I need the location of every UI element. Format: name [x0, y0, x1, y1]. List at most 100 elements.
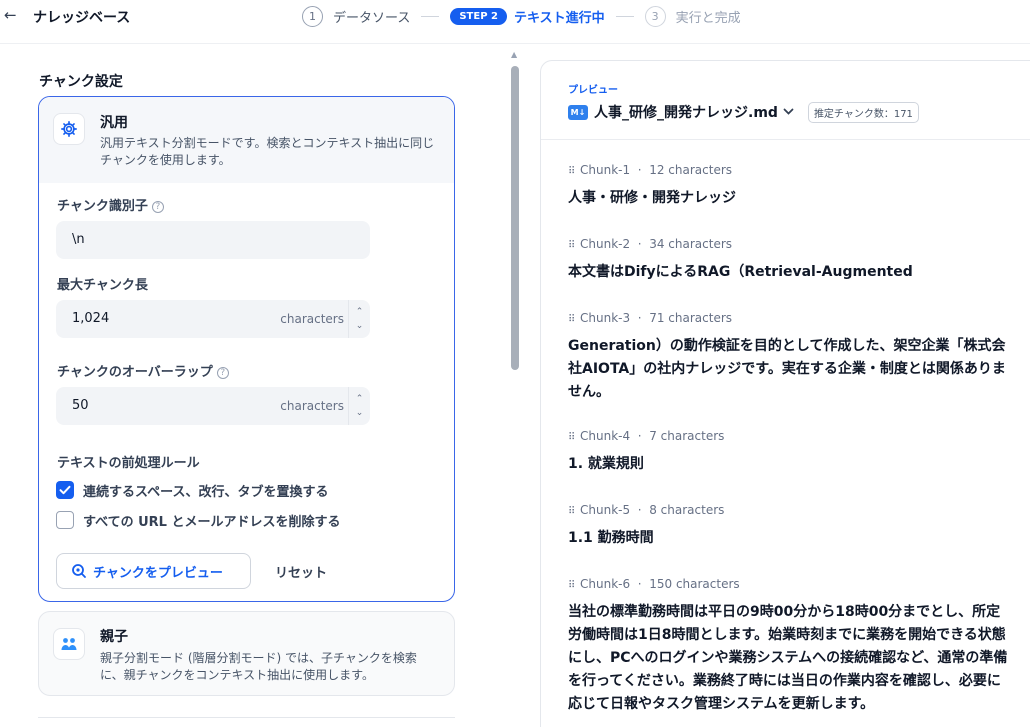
stepper-down-icon[interactable]: ⌄ [349, 319, 370, 333]
max-length-unit: characters [280, 312, 344, 326]
chunk-estimate-badge: 推定チャンク数：171 [807, 101, 919, 123]
rule2-checkbox[interactable] [56, 511, 74, 529]
chunk-header: ⠿ Chunk-4 · 7 characters [568, 427, 1013, 445]
chunk-count: 71 characters [649, 311, 733, 325]
chunk-item: ⠿ Chunk-5 · 8 characters 1.1 勤務時間 [568, 501, 1013, 550]
chunk-count: 150 characters [649, 577, 740, 591]
chunk-id: Chunk-4 [580, 429, 631, 443]
overlap-input[interactable]: 50 characters ⌃ ⌄ [56, 387, 370, 425]
step-3-label: 実行と完成 [675, 10, 741, 26]
preview-chunk-label: チャンクをプレビュー [93, 565, 223, 581]
step-1-label: データソース [333, 10, 411, 26]
chevron-down-icon[interactable] [783, 108, 794, 116]
overlap-label: チャンクのオーバーラップ? [57, 361, 229, 380]
stepper-down-icon[interactable]: ⌄ [349, 406, 370, 420]
step-3-number: 3 [644, 5, 666, 27]
chunk-header: ⠿ Chunk-3 · 71 characters [568, 309, 1013, 327]
rules-title: テキストの前処理ルール [57, 456, 200, 471]
step-indicator: 1 データソース STEP 2 テキスト進行中 3 実行と完成 [302, 5, 741, 27]
chunk-sep: · [637, 429, 642, 443]
parent-child-desc: 親子分割モード (階層分割モード) では、子チャンクを検索に、親チャンクをコンテ… [100, 651, 417, 682]
step-1-number: 1 [302, 5, 323, 27]
chunk-id: Chunk-2 [580, 237, 631, 251]
file-selector[interactable]: M↓ 人事_研修_開発ナレッジ.md 推定チャンク数：171 [568, 101, 919, 123]
max-length-input[interactable]: 1,024 characters ⌃ ⌄ [56, 300, 370, 338]
parent-child-mode-card[interactable]: 親子 親子分割モード (階層分割モード) では、子チャンクを検索に、親チャンクを… [38, 611, 455, 696]
general-mode-card[interactable]: 汎用 汎用テキスト分割モードです。検索とコンテキスト抽出に同じチャンクを使用しま… [38, 96, 455, 602]
top-header: ← ナレッジベース 1 データソース STEP 2 テキスト進行中 3 実行と完… [0, 0, 1030, 44]
chunk-sep: · [637, 503, 642, 517]
chunk-settings-panel: チャンク設定 汎用 汎用テキスト分割モードです。検索とコンテキスト抽出に同じチャ… [0, 45, 500, 727]
chunk-sep: · [637, 237, 642, 251]
chunk-id: Chunk-1 [580, 163, 631, 177]
reset-button[interactable]: リセット [275, 562, 327, 581]
stepper-up-icon[interactable]: ⌃ [349, 392, 370, 406]
chunk-header: ⠿ Chunk-2 · 34 characters [568, 235, 1013, 253]
file-name: 人事_研修_開発ナレッジ.md [594, 105, 778, 121]
chunk-text: 人事・研修・開発ナレッジ [568, 190, 736, 206]
step-divider [421, 15, 440, 17]
section-divider [38, 717, 455, 718]
general-mode-name: 汎用 [100, 115, 128, 131]
overlap-stepper[interactable]: ⌃ ⌄ [348, 387, 370, 425]
rule1-checkbox[interactable] [56, 481, 74, 499]
chunk-count: 7 characters [649, 429, 725, 443]
overlap-unit: characters [280, 399, 344, 413]
separator-value: \n [72, 232, 85, 247]
rule2-label[interactable]: すべての URL とメールアドレスを削除する [83, 511, 340, 530]
section-title: チャンク設定 [39, 74, 123, 90]
grid-icon: ⠿ [568, 314, 575, 325]
chunk-sep: · [637, 577, 642, 591]
scroll-up-arrow-icon[interactable]: ▲ [511, 50, 517, 59]
chunk-count: 8 characters [649, 503, 725, 517]
chunk-header: ⠿ Chunk-5 · 8 characters [568, 501, 1013, 519]
search-icon [72, 564, 86, 578]
help-icon[interactable]: ? [216, 367, 229, 379]
preview-label: プレビュー [568, 85, 618, 96]
grid-icon: ⠿ [568, 240, 575, 251]
markdown-file-icon: M↓ [568, 104, 588, 120]
max-length-stepper[interactable]: ⌃ ⌄ [348, 300, 370, 338]
rule1-label[interactable]: 連続するスペース、改行、タブを置換する [83, 481, 328, 500]
chunk-text: 1. 就業規則 [568, 456, 644, 472]
people-icon [53, 628, 85, 660]
grid-icon: ⠿ [568, 580, 575, 591]
grid-icon: ⠿ [568, 166, 575, 177]
general-mode-header[interactable]: 汎用 汎用テキスト分割モードです。検索とコンテキスト抽出に同じチャンクを使用しま… [39, 97, 454, 183]
preview-chunk-button[interactable]: チャンクをプレビュー [56, 553, 251, 589]
knowledge-base-title[interactable]: ナレッジベース [33, 7, 130, 27]
preview-panel: プレビュー M↓ 人事_研修_開発ナレッジ.md 推定チャンク数：171 ⠿ Ch… [540, 60, 1030, 727]
step-2-label: テキスト進行中 [513, 10, 605, 26]
preview-divider [541, 139, 1030, 140]
back-arrow-icon[interactable]: ← [4, 6, 17, 24]
chunk-id: Chunk-6 [580, 577, 631, 591]
gear-icon [53, 113, 85, 145]
separator-label: チャンク識別子? [57, 195, 164, 214]
overlap-label-text: チャンクのオーバーラップ [57, 365, 213, 380]
chunk-count: 34 characters [649, 237, 733, 251]
chunk-header: ⠿ Chunk-1 · 12 characters [568, 161, 1013, 179]
chunk-text: 1.1 勤務時間 [568, 530, 654, 546]
help-icon[interactable]: ? [151, 201, 164, 213]
chunk-count: 12 characters [649, 163, 733, 177]
separator-label-text: チャンク識別子 [57, 199, 148, 214]
chunk-item: ⠿ Chunk-1 · 12 characters 人事・研修・開発ナレッジ [568, 161, 1013, 210]
chunk-sep: · [637, 163, 642, 177]
chunk-text: 当社の標準勤務時間は平日の9時00分から18時00分までとし、所定労働時間は1日… [568, 604, 1008, 712]
step-divider [615, 15, 634, 17]
scrollbar[interactable]: ▲ [510, 50, 520, 727]
chunk-id: Chunk-3 [580, 311, 631, 325]
chunk-text: Generation）の動作検証を目的として作成した、架空企業「株式会社AIOT… [568, 338, 1006, 400]
separator-input[interactable]: \n [56, 221, 370, 259]
check-icon [59, 485, 71, 495]
grid-icon: ⠿ [568, 432, 575, 443]
scrollbar-thumb[interactable] [511, 66, 519, 370]
chunk-header: ⠿ Chunk-6 · 150 characters [568, 575, 1013, 593]
step-2-badge: STEP 2 [450, 7, 507, 25]
max-length-label: 最大チャンク長 [57, 278, 148, 293]
stepper-up-icon[interactable]: ⌃ [349, 305, 370, 319]
overlap-value: 50 [72, 398, 89, 413]
chunk-sep: · [637, 311, 642, 325]
grid-icon: ⠿ [568, 506, 575, 517]
chunk-text: 本文書はDifyによるRAG（Retrieval-Augmented [568, 264, 913, 280]
